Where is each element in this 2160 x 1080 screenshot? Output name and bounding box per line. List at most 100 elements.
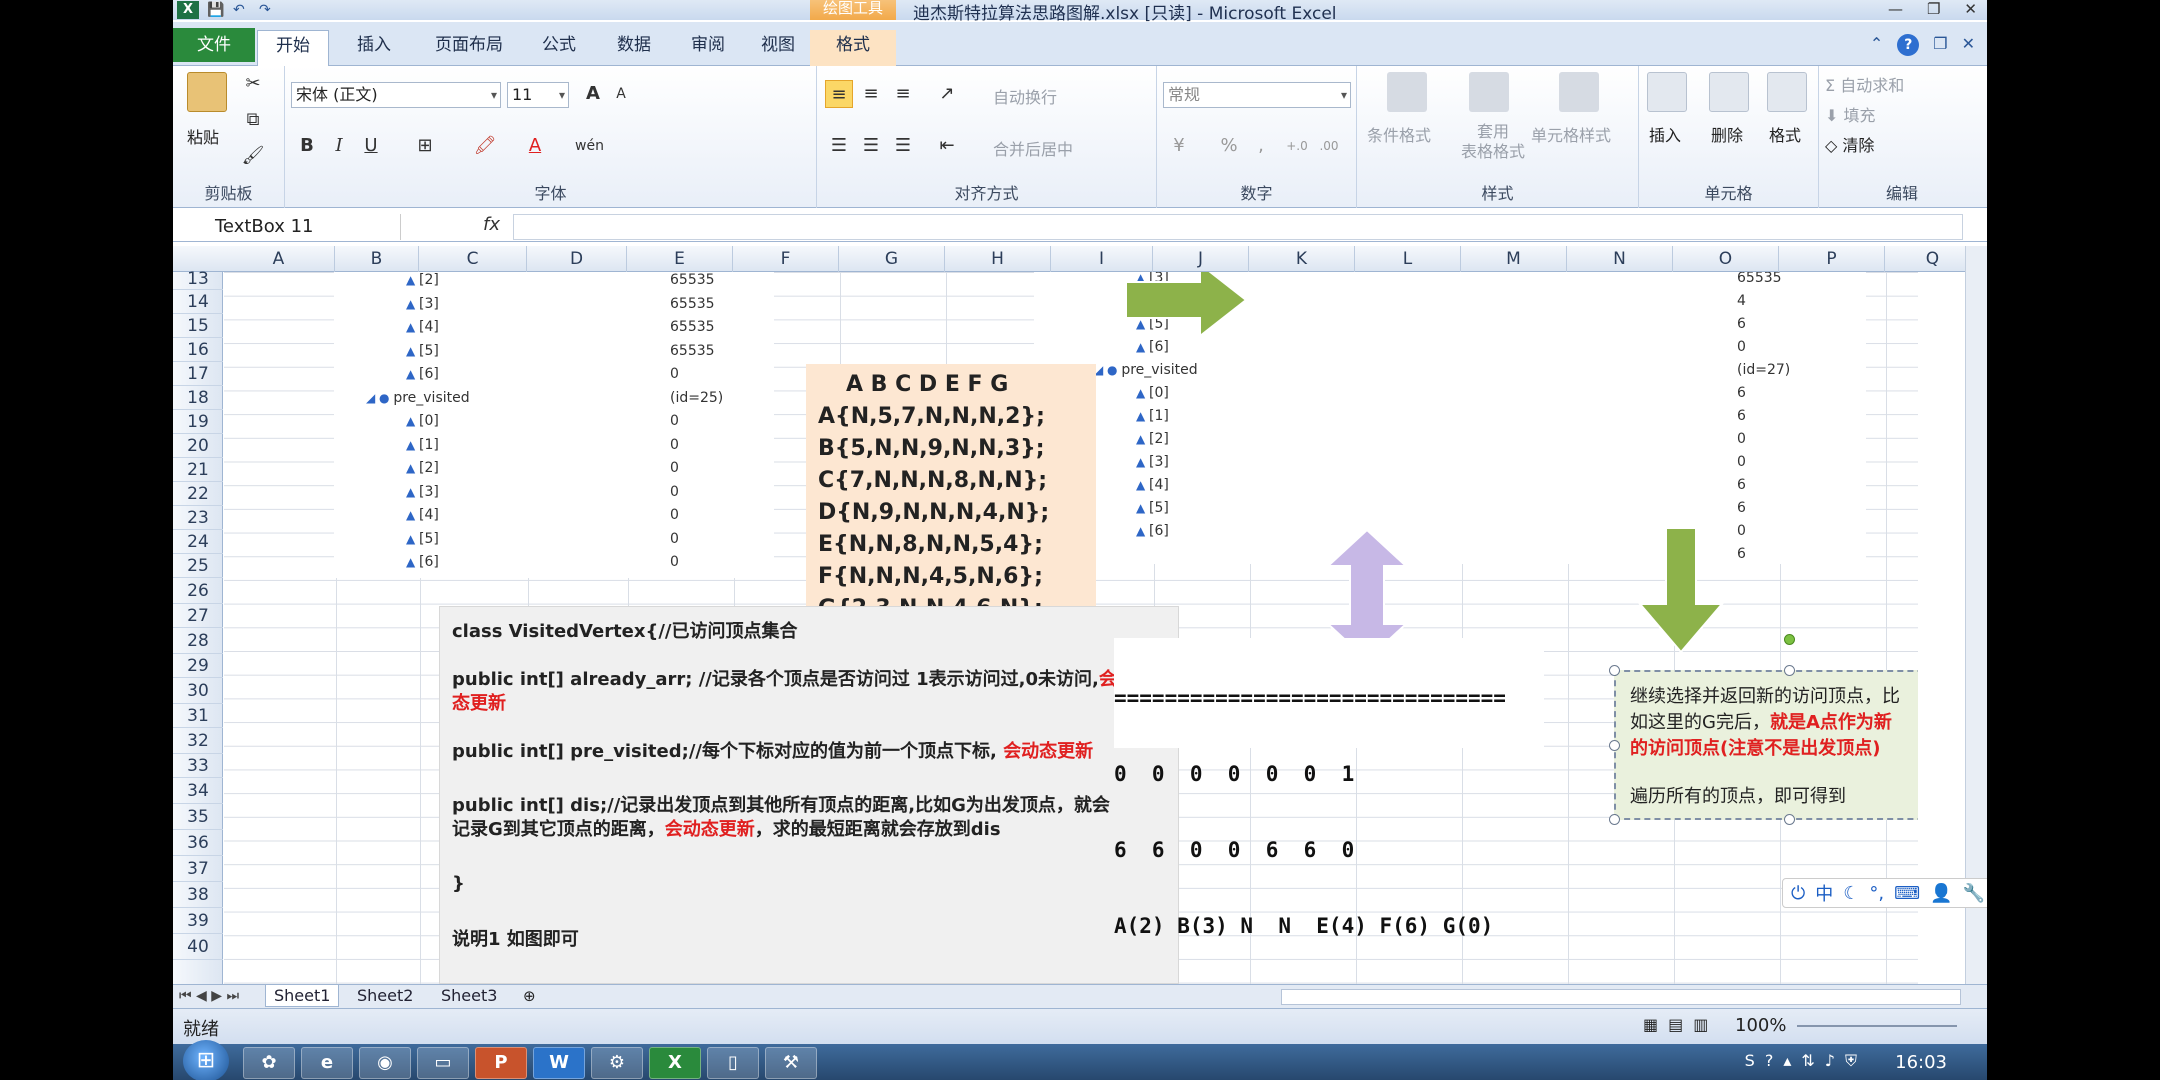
row-header[interactable]: 16 <box>173 338 223 362</box>
doc-close-icon[interactable]: ✕ <box>1962 34 1975 56</box>
autosum-button[interactable]: Σ 自动求和 <box>1825 72 1904 96</box>
font-size-combo[interactable]: 11 <box>507 82 569 108</box>
vertical-scrollbar[interactable] <box>1965 246 1987 984</box>
row-header[interactable]: 35 <box>173 804 223 830</box>
conditional-format-button[interactable]: 条件格式 <box>1367 122 1431 146</box>
column-header[interactable]: C <box>419 246 527 272</box>
row-header[interactable]: 38 <box>173 882 223 908</box>
column-header[interactable]: M <box>1461 246 1567 272</box>
taskbar-app-icon[interactable]: ✿ <box>243 1047 295 1079</box>
font-color-icon[interactable]: A <box>521 132 549 160</box>
debug-row[interactable]: ▲ [3] <box>1136 454 1169 470</box>
tray-s-icon[interactable]: S <box>1745 1051 1755 1071</box>
row-header[interactable]: 13 <box>173 268 223 290</box>
debug-row[interactable]: ▲ [2] <box>1136 431 1169 447</box>
tab-review[interactable]: 审阅 <box>675 30 741 66</box>
currency-icon[interactable]: ¥ <box>1165 132 1193 160</box>
powerpoint-icon[interactable]: P <box>475 1047 527 1079</box>
row-header[interactable]: 34 <box>173 778 223 804</box>
phonetic-button[interactable]: wén <box>575 132 604 160</box>
debug-row[interactable]: ▲ [2] <box>406 272 439 288</box>
punct-icon[interactable]: °, <box>1869 883 1884 904</box>
row-header[interactable]: 36 <box>173 830 223 856</box>
debug-row[interactable]: ▲ [5] <box>1136 500 1169 516</box>
format-cells-icon[interactable] <box>1767 72 1807 112</box>
debug-row[interactable]: ▲ [3] <box>406 296 439 312</box>
column-header[interactable]: H <box>945 246 1051 272</box>
tools-icon[interactable]: 🔧 <box>1963 883 1985 904</box>
debug-row[interactable]: ▲ [2] <box>406 460 439 476</box>
column-header[interactable]: I <box>1051 246 1153 272</box>
shield-icon[interactable]: ⛨ <box>1845 1051 1857 1071</box>
format-as-table-button[interactable]: 套用 表格格式 <box>1461 122 1525 162</box>
settings-icon[interactable]: ⚙ <box>591 1047 643 1079</box>
debug-row[interactable]: ▲ [6] <box>1136 523 1169 539</box>
debug-row[interactable]: ▲ [6] <box>406 366 439 382</box>
tool-icon[interactable]: ⚒ <box>765 1047 817 1079</box>
shrink-font-button[interactable]: A <box>607 80 635 108</box>
insert-button[interactable]: 插入 <box>1649 122 1681 146</box>
undo-icon[interactable]: ↶ <box>233 2 251 18</box>
row-header[interactable]: 23 <box>173 506 223 530</box>
sheet-tab[interactable]: Sheet1 <box>265 985 340 1007</box>
wrap-text-button[interactable]: 自动换行 <box>993 84 1057 108</box>
border-icon[interactable]: ⊞ <box>411 132 439 160</box>
textbox-11[interactable]: 继续选择并返回新的访问顶点，比 如这里的G完后，就是A点作为新 的访问顶点(注意… <box>1609 634 1918 825</box>
zoom-slider[interactable] <box>1797 1025 1957 1027</box>
delete-cells-icon[interactable] <box>1709 72 1749 112</box>
fx-icon[interactable]: fx <box>483 214 500 235</box>
user-icon[interactable]: 👤 <box>1930 883 1952 904</box>
decrease-decimal-icon[interactable]: .00 <box>1315 132 1343 160</box>
comma-button[interactable]: , <box>1247 132 1275 160</box>
indent-icon[interactable]: ⇤ <box>933 132 961 160</box>
underline-button[interactable]: U <box>357 132 385 160</box>
tab-insert[interactable]: 插入 <box>341 30 407 66</box>
copy-icon[interactable]: ⧉ <box>239 106 267 134</box>
row-header[interactable]: 31 <box>173 704 223 728</box>
row-header[interactable]: 20 <box>173 434 223 458</box>
column-header[interactable]: L <box>1355 246 1461 272</box>
row-header[interactable]: 19 <box>173 410 223 434</box>
page-break-view-icon[interactable]: ▥ <box>1693 1015 1708 1034</box>
row-header[interactable]: 32 <box>173 728 223 754</box>
italic-button[interactable]: I <box>325 132 353 160</box>
tab-page-layout[interactable]: 页面布局 <box>419 30 519 66</box>
align-center-icon[interactable]: ☰ <box>857 132 885 160</box>
debug-row[interactable]: ▲ [0] <box>406 413 439 429</box>
name-box[interactable]: TextBox 11 <box>175 214 401 240</box>
debug-row[interactable]: ◢ ● pre_visited <box>1094 362 1198 378</box>
format-painter-icon[interactable]: 🖌 <box>239 142 267 170</box>
sheet-tab[interactable]: Sheet2 <box>349 985 421 1007</box>
font-name-combo[interactable]: 宋体 (正文) <box>291 82 501 108</box>
redo-icon[interactable]: ↷ <box>259 2 277 18</box>
row-header[interactable]: 30 <box>173 678 223 704</box>
tab-formulas[interactable]: 公式 <box>529 30 589 66</box>
page-layout-view-icon[interactable]: ▤ <box>1668 1015 1683 1034</box>
resize-handle[interactable] <box>1784 814 1795 825</box>
cell-styles-icon[interactable] <box>1559 72 1599 112</box>
new-sheet-icon[interactable]: ⊕ <box>523 987 536 1005</box>
debug-row[interactable]: ▲ [6] <box>1136 339 1169 355</box>
tab-data[interactable]: 数据 <box>601 30 667 66</box>
ie-icon[interactable]: e <box>301 1047 353 1079</box>
normal-view-icon[interactable]: ▦ <box>1643 1015 1658 1034</box>
row-header[interactable]: 17 <box>173 362 223 386</box>
close-icon[interactable]: ✕ <box>1964 0 1977 18</box>
align-bottom-icon[interactable]: ≡ <box>889 80 917 108</box>
align-top-icon[interactable]: ≡ <box>825 80 853 108</box>
paste-button[interactable]: 粘贴 <box>187 124 219 148</box>
debug-row[interactable]: ▲ [6] <box>406 554 439 570</box>
row-header[interactable]: 39 <box>173 908 223 934</box>
column-header[interactable]: F <box>733 246 839 272</box>
ime-mode[interactable]: 中 <box>1815 880 1833 906</box>
debug-row[interactable]: ▲ [4] <box>406 507 439 523</box>
row-header[interactable]: 22 <box>173 482 223 506</box>
column-header[interactable]: N <box>1567 246 1673 272</box>
bold-button[interactable]: B <box>293 132 321 160</box>
tab-format[interactable]: 格式 <box>810 30 896 66</box>
row-header[interactable]: 21 <box>173 458 223 482</box>
column-header[interactable]: E <box>627 246 733 272</box>
excel-taskbar-icon[interactable]: X <box>649 1047 701 1079</box>
clear-button[interactable]: ◇ 清除 <box>1825 132 1874 156</box>
cell-styles-button[interactable]: 单元格样式 <box>1531 122 1611 146</box>
